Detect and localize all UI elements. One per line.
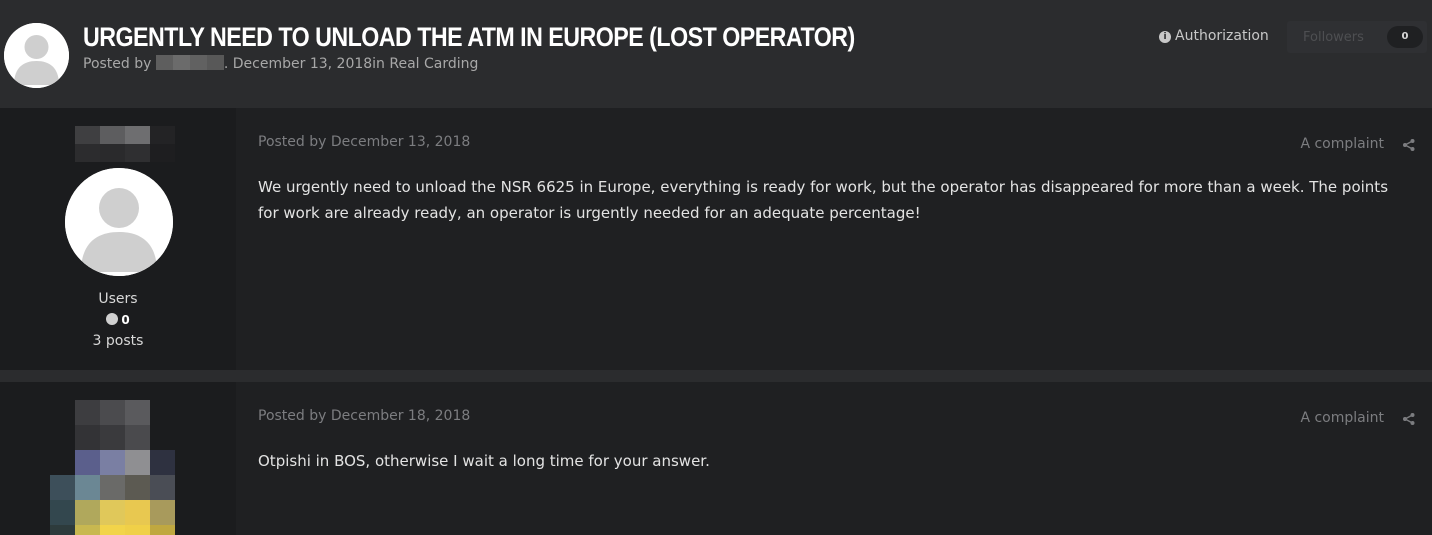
share-icon[interactable] [1402, 138, 1416, 152]
redacted-author-name [155, 55, 224, 70]
default-avatar-icon [65, 168, 173, 276]
followers-button[interactable]: Followers 0 [1287, 21, 1427, 53]
followers-label: Followers [1303, 30, 1364, 45]
authorization-label: Authorization [1175, 28, 1269, 44]
post-author-column [0, 382, 236, 535]
reputation-value: 0 [121, 313, 130, 327]
post-content: Posted by December 18, 2018 A complaint … [236, 382, 1432, 535]
posted-by-label: Posted by [83, 56, 152, 72]
author-avatar[interactable] [65, 168, 173, 276]
author-group-label: Users [98, 291, 138, 307]
author-post-count: 3 posts [92, 333, 144, 349]
pixelated-author-avatar[interactable] [50, 400, 175, 535]
post-item: Posted by December 18, 2018 A complaint … [0, 382, 1432, 535]
post-item: Users 0 3 posts Posted by December 13, 2… [0, 108, 1432, 370]
complaint-link[interactable]: A complaint [1300, 410, 1384, 426]
share-icon[interactable] [1402, 412, 1416, 426]
topic-header: URGENTLY NEED TO UNLOAD THE ATM IN EUROP… [0, 0, 1432, 100]
topic-meta: Posted by . December 13, 2018in Real Car… [83, 55, 478, 72]
post-author-column: Users 0 3 posts [0, 108, 236, 370]
post-content: Posted by December 13, 2018 A complaint … [236, 108, 1432, 370]
topic-date-and-forum[interactable]: . December 13, 2018in Real Carding [224, 56, 479, 72]
reputation-badge: 0 [0, 313, 236, 327]
reputation-dot-icon [106, 313, 119, 325]
default-avatar-icon [4, 23, 69, 88]
complaint-link[interactable]: A complaint [1300, 136, 1384, 152]
post-text: Otpishi in BOS, otherwise I wait a long … [258, 452, 710, 470]
followers-count-badge: 0 [1387, 26, 1423, 48]
post-date[interactable]: Posted by December 13, 2018 [258, 134, 470, 150]
redacted-username [75, 126, 175, 162]
info-circle-icon: i [1159, 31, 1171, 43]
post-text: We urgently need to unload the NSR 6625 … [258, 178, 1389, 222]
authorization-link[interactable]: i Authorization [1159, 28, 1269, 44]
post-date[interactable]: Posted by December 18, 2018 [258, 408, 470, 424]
topic-title: URGENTLY NEED TO UNLOAD THE ATM IN EUROP… [83, 22, 855, 52]
author-avatar[interactable] [4, 23, 69, 88]
